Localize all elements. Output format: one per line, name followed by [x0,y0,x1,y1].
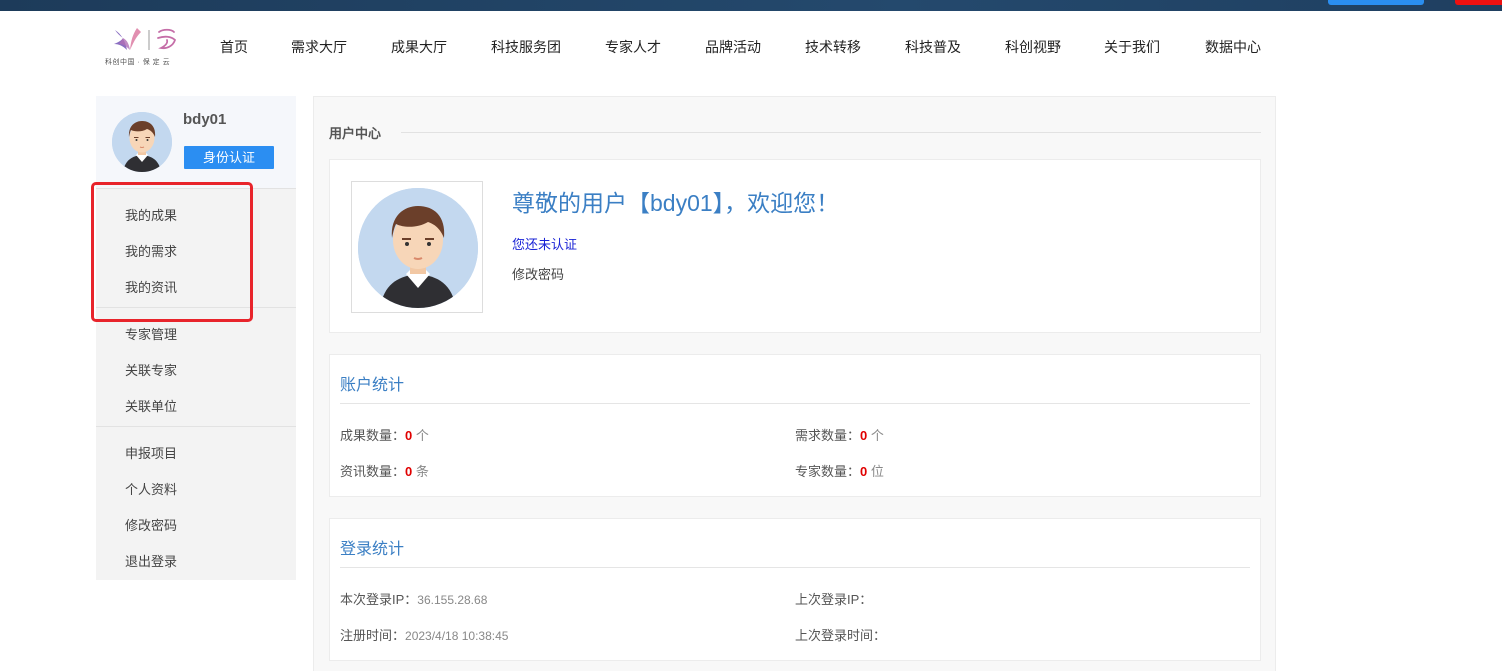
welcome-card: 尊敬的用户【bdy01】，欢迎您！ 您还未认证 修改密码 [329,159,1261,333]
nav-item-tech-service-team[interactable]: 科技服务团 [491,37,561,57]
current-login-ip: 本次登录IP：36.155.28.68 [340,592,488,607]
user-avatar-icon [358,188,478,308]
nav-item-science-popularization[interactable]: 科技普及 [905,37,961,57]
logo-caption: 科创中国 · 保 定 云 [105,59,171,66]
highlight-annotation [91,182,253,322]
nav-item-achievement-hall[interactable]: 成果大厅 [391,37,447,57]
nav-item-about-us[interactable]: 关于我们 [1104,37,1160,57]
expert-count: 专家数量：0 位 [795,464,884,479]
last-login-ip: 上次登录IP： [795,592,873,607]
login-stats-card: 登录统计 本次登录IP：36.155.28.68 上次登录IP： 注册时间：20… [329,518,1261,661]
sidebar-profile: bdy01 身份认证 [96,96,296,188]
nav-item-demand-hall[interactable]: 需求大厅 [291,37,347,57]
sidebar-group-account: 申报项目 个人资料 修改密码 退出登录 [96,426,296,580]
change-password-link[interactable]: 修改密码 [512,264,564,283]
avatar [112,112,172,172]
main-content: 用户中心 尊敬的用户【bdy01】，欢迎您！ 您还未认证 修改密码 账户统计 成… [313,96,1276,671]
title-divider [401,132,1261,133]
sidebar-item-linked-experts[interactable]: 关联专家 [125,360,177,379]
sidebar: bdy01 身份认证 我的成果 我的需求 我的资讯 专家管理 关联专家 关联单位… [96,96,296,580]
sidebar-item-linked-units[interactable]: 关联单位 [125,396,177,415]
sidebar-item-change-password[interactable]: 修改密码 [125,515,177,534]
demand-count: 需求数量：0 个 [795,428,884,443]
identity-verify-button[interactable]: 身份认证 [184,146,274,169]
nav-item-home[interactable]: 首页 [220,37,248,57]
sidebar-item-apply-project[interactable]: 申报项目 [125,443,177,462]
avatar [358,188,478,308]
user-avatar-icon [112,112,172,172]
page-title: 用户中心 [329,126,382,141]
divider [340,403,1250,404]
sidebar-group-experts: 专家管理 关联专家 关联单位 [96,307,296,426]
sidebar-item-expert-management[interactable]: 专家管理 [125,324,177,343]
nav-item-brand-activities[interactable]: 品牌活动 [705,37,761,57]
top-blue-button[interactable] [1328,0,1424,5]
account-stats-card: 账户统计 成果数量：0 个 需求数量：0 个 资讯数量：0 条 专家数量：0 位 [329,354,1261,497]
nav-item-expert-talent[interactable]: 专家人才 [605,37,661,57]
nav-item-innovation-vision[interactable]: 科创视野 [1005,37,1061,57]
nav-item-data-center[interactable]: 数据中心 [1205,37,1261,57]
sidebar-item-logout[interactable]: 退出登录 [125,551,177,570]
site-logo[interactable]: 科创中国 · 保 定 云 [105,24,185,68]
welcome-message: 尊敬的用户【bdy01】，欢迎您！ [512,190,840,216]
achievement-count: 成果数量：0 个 [340,428,429,443]
nav-item-tech-transfer[interactable]: 技术转移 [805,37,861,57]
top-red-button[interactable] [1455,0,1502,5]
account-stats-title: 账户统计 [340,377,405,394]
profile-avatar-frame [351,181,483,313]
divider [340,567,1250,568]
last-login-time: 上次登录时间： [795,628,887,643]
register-time: 注册时间：2023/4/18 10:38:45 [340,628,509,643]
sidebar-item-profile[interactable]: 个人资料 [125,479,177,498]
login-stats-title: 登录统计 [340,541,405,558]
top-bar [0,0,1502,11]
kechuang-logo-icon [114,28,177,50]
news-count: 资讯数量：0 条 [340,464,429,479]
username: bdy01 [183,111,227,128]
not-verified-link[interactable]: 您还未认证 [512,234,577,253]
